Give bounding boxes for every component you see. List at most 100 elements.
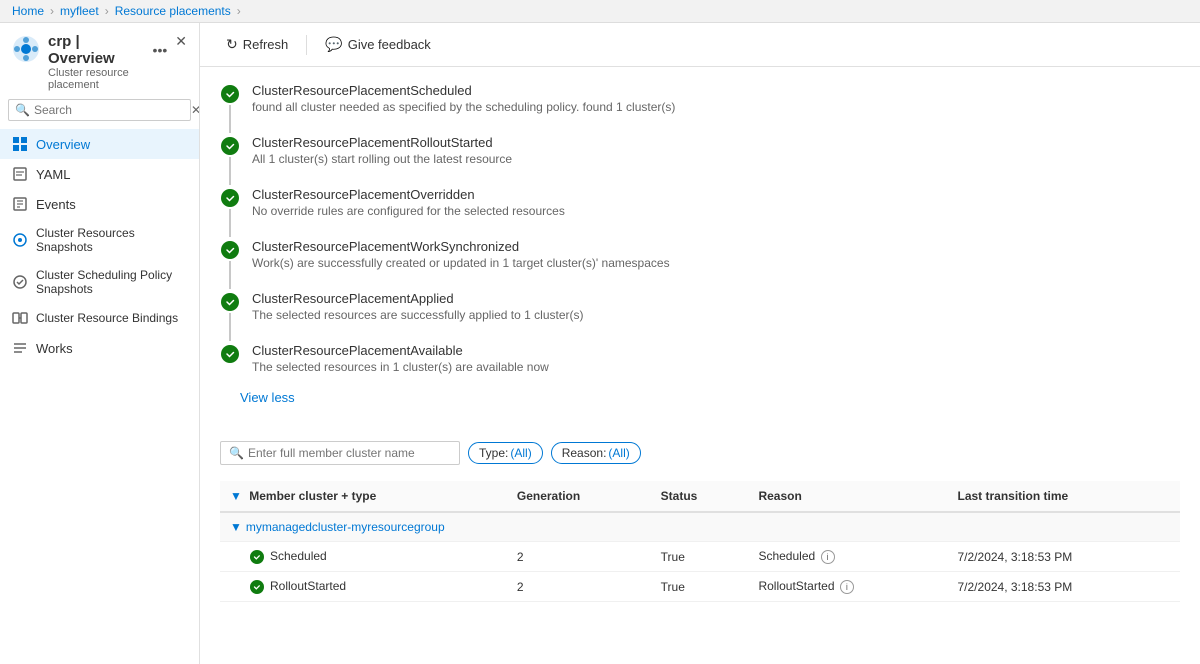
timeline-dot [221,293,239,311]
reason-filter-tag[interactable]: Reason : (All) [551,442,641,464]
expand-all-icon[interactable]: ▼ [230,489,242,503]
filter-section: 🔍 Type : (All) Reason : (All) [200,433,1200,473]
type-filter-val: (All) [510,446,531,460]
sidebar-item-overview-label: Overview [36,137,90,152]
table-row: Scheduled 2TrueScheduled i7/2/2024, 3:18:… [220,542,1180,572]
table-section: ▼ Member cluster + type Generation Statu… [220,481,1180,602]
status-dot [250,550,264,564]
row-status: True [651,542,749,572]
timeline-item-title: ClusterResourcePlacementScheduled [252,83,675,98]
sidebar-item-yaml[interactable]: YAML [0,159,199,189]
breadcrumb-resource-placements[interactable]: Resource placements [115,4,231,18]
toolbar-separator [306,35,307,55]
breadcrumb-myfleet[interactable]: myfleet [60,4,99,18]
sidebar-item-cluster-resources-snapshots[interactable]: Cluster Resources Snapshots [0,219,199,261]
works-icon [12,340,28,356]
timeline-line [229,209,231,237]
type-filter-tag[interactable]: Type : (All) [468,442,543,464]
events-icon [12,196,28,212]
cluster-name-input[interactable] [248,446,451,460]
reason-filter-val: (All) [608,446,629,460]
row-status: True [651,572,749,602]
col-member-cluster: ▼ Member cluster + type [220,481,507,512]
sidebar-item-cluster-resource-bindings[interactable]: Cluster Resource Bindings [0,303,199,333]
row-last-transition-time: 7/2/2024, 3:18:53 PM [948,542,1181,572]
col-last-transition: Last transition time [948,481,1181,512]
sidebar-item-yaml-label: YAML [36,167,70,182]
reason-info-icon[interactable]: i [840,580,854,594]
sidebar-item-works-label: Works [36,341,73,356]
timeline-item-desc: No override rules are configured for the… [252,204,565,218]
search-icon: 🔍 [15,103,30,117]
col-reason: Reason [748,481,947,512]
timeline-dot [221,345,239,363]
page-title: crp | Overview [48,33,145,67]
sidebar-item-events[interactable]: Events [0,189,199,219]
cluster-expand-icon[interactable]: ▼ [230,520,242,534]
sidebar-item-works[interactable]: Works [0,333,199,363]
close-icon[interactable]: ✕ [175,33,187,50]
timeline-line [229,313,231,341]
search-input[interactable] [34,103,189,117]
search-clear-icon[interactable]: ✕ [191,103,200,117]
row-type: Scheduled [270,549,327,563]
timeline-item-title: ClusterResourcePlacementAvailable [252,343,549,358]
row-generation: 2 [507,542,651,572]
col-status: Status [651,481,749,512]
timeline-item-title: ClusterResourcePlacementWorkSynchronized [252,239,670,254]
table-header: ▼ Member cluster + type Generation Statu… [220,481,1180,512]
row-type: RolloutStarted [270,579,346,593]
timeline-section: ClusterResourcePlacementScheduledfound a… [200,67,1200,433]
breadcrumb-home[interactable]: Home [12,4,44,18]
status-dot [250,580,264,594]
table-row: RolloutStarted2TrueRolloutStarted i7/2/2… [220,572,1180,602]
timeline-item: ClusterResourcePlacementAvailable The sel… [220,343,1180,386]
sidebar-item-overview[interactable]: Overview [0,129,199,159]
timeline-item: ClusterResourcePlacementScheduledfound a… [220,83,1180,135]
cluster-filter-search: 🔍 [220,441,460,465]
crp-icon [12,35,40,63]
main-content: ↻ Refresh 💬 Give feedback ClusterResourc… [200,23,1200,664]
sidebar-item-events-label: Events [36,197,76,212]
refresh-label: Refresh [243,37,289,52]
timeline-item-desc: The selected resources in 1 cluster(s) a… [252,360,549,374]
yaml-icon [12,166,28,182]
timeline-container: ClusterResourcePlacementScheduledfound a… [220,83,1180,386]
timeline-dot [221,137,239,155]
reason-filter-key: Reason [562,446,603,460]
sidebar-item-cluster-scheduling-policy-snapshots-label: Cluster Scheduling Policy Snapshots [36,268,187,296]
col-generation: Generation [507,481,651,512]
timeline-item: ClusterResourcePlacementApplied The selec… [220,291,1180,343]
cluster-scheduling-policy-snapshots-icon [12,274,28,290]
cluster-name-link[interactable]: mymanagedcluster-myresourcegroup [246,520,445,534]
more-icon[interactable]: ••• [153,42,168,58]
refresh-button[interactable]: ↻ Refresh [216,31,298,58]
sidebar-item-cluster-scheduling-policy-snapshots[interactable]: Cluster Scheduling Policy Snapshots [0,261,199,303]
type-filter-colon: : [505,446,508,460]
feedback-icon: 💬 [325,36,342,53]
table-cluster-group-row: ▼ mymanagedcluster-myresourcegroup [220,512,1180,542]
sidebar-item-cluster-resource-bindings-label: Cluster Resource Bindings [36,311,178,325]
cluster-resource-bindings-icon [12,310,28,326]
reason-filter-colon: : [603,446,606,460]
feedback-button[interactable]: 💬 Give feedback [315,31,441,58]
cluster-resources-snapshots-icon [12,232,28,248]
timeline-item-title: ClusterResourcePlacementApplied [252,291,583,306]
overview-icon [12,136,28,152]
reason-info-icon[interactable]: i [821,550,835,564]
timeline-item-desc: The selected resources are successfully … [252,308,583,322]
placement-table: ▼ Member cluster + type Generation Statu… [220,481,1180,602]
row-reason: Scheduled i [748,542,947,572]
table-body: ▼ mymanagedcluster-myresourcegroup Schedul… [220,512,1180,602]
view-less-link[interactable]: View less [240,390,295,405]
toolbar: ↻ Refresh 💬 Give feedback [200,23,1200,67]
timeline-item: ClusterResourcePlacementOverriddenNo ove… [220,187,1180,239]
filter-search-icon: 🔍 [229,446,244,460]
refresh-icon: ↻ [226,36,238,53]
sidebar-search-box: 🔍 ✕ « [8,99,191,121]
timeline-line [229,157,231,185]
feedback-label: Give feedback [348,37,431,52]
type-filter-key: Type [479,446,505,460]
page-subtitle: Cluster resource placement [48,67,167,91]
breadcrumb: Home › myfleet › Resource placements › [0,0,1200,23]
